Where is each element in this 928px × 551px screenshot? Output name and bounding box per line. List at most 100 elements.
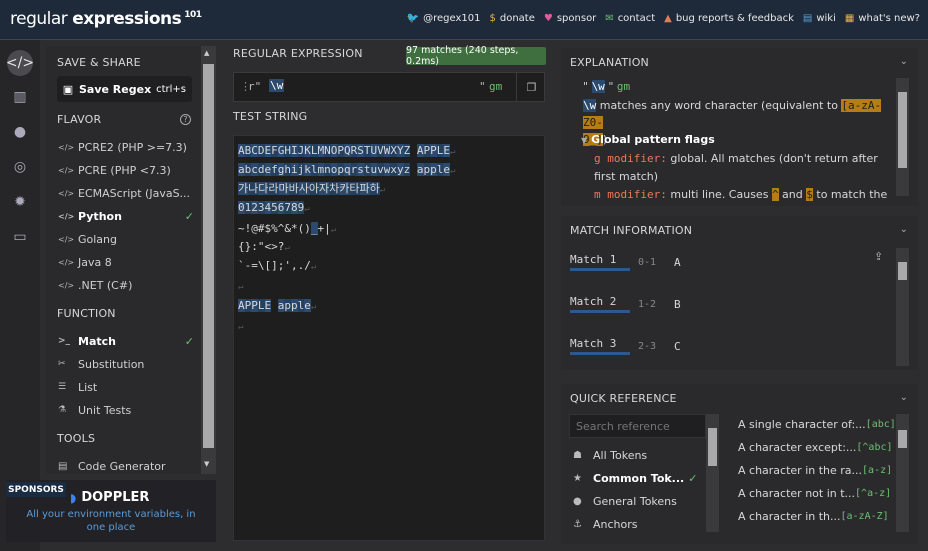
chevron-down-icon[interactable]: ⌄ bbox=[900, 56, 908, 67]
check-icon: ✓ bbox=[688, 471, 698, 485]
scrollbar-thumb[interactable] bbox=[203, 64, 214, 448]
newline-icon: ↵ bbox=[238, 282, 244, 292]
doppler-icon: ◗ bbox=[70, 490, 77, 505]
flag-descriptions: g modifier: global. All matches (don't r… bbox=[594, 150, 894, 204]
reference-category-1[interactable]: ★ Common Tok... ✓ bbox=[573, 468, 703, 488]
top-link-wiki[interactable]: ▤ wiki bbox=[803, 13, 836, 24]
match-row[interactable]: Match 1 0-1 A bbox=[570, 248, 890, 276]
test-string-line: abcdefghijklmnopqrstuvwxyz apple↵ bbox=[238, 163, 456, 176]
match-row[interactable]: Match 3 2-3 C bbox=[570, 332, 890, 360]
sidebar-function-match[interactable]: >_ Match ✓ bbox=[58, 331, 198, 351]
top-link-contact[interactable]: ✉ contact bbox=[605, 13, 655, 24]
code-icon: </> bbox=[58, 257, 75, 267]
reference-desc: A single character of:... bbox=[738, 417, 866, 431]
top-bar: regular expressions 101 🐦 @regex101 $ donate… bbox=[0, 0, 928, 40]
newline-icon: ↵ bbox=[330, 225, 337, 235]
sidebar-flavor-1[interactable]: </> PCRE (PHP <7.3) bbox=[58, 160, 198, 180]
explanation-scrollbar[interactable] bbox=[896, 78, 909, 196]
reference-token: [abc] bbox=[865, 418, 896, 430]
sidebar-function-list[interactable]: ☰ List bbox=[58, 377, 198, 397]
sidebar-item-label: ECMAScript (JavaS... bbox=[78, 186, 191, 200]
category-label: Common Tok... bbox=[593, 471, 685, 485]
save-regex-button[interactable]: ▣ Save Regex ctrl+s bbox=[57, 76, 192, 102]
match-row[interactable]: Match 2 1-2 B bbox=[570, 290, 890, 318]
scrollbar-thumb[interactable] bbox=[898, 92, 907, 168]
sidebar-flavor-6[interactable]: </> .NET (C#) bbox=[58, 275, 198, 295]
reference-token: [^abc] bbox=[856, 441, 893, 453]
reference-category-0[interactable]: ☗ All Tokens bbox=[573, 445, 703, 465]
regex-input[interactable]: ⋮ r" \w " gm ❐ bbox=[233, 72, 545, 102]
top-link-donate[interactable]: $ donate bbox=[489, 13, 534, 24]
sidebar-flavor-4[interactable]: </> Golang bbox=[58, 229, 198, 249]
regex-heading: REGULAR EXPRESSION bbox=[233, 47, 363, 60]
reference-item[interactable]: A character in the ra... [a-z] bbox=[738, 460, 892, 480]
help-icon[interactable]: ? bbox=[180, 114, 191, 125]
code-icon: </> bbox=[58, 211, 75, 221]
code-icon: </> bbox=[58, 234, 75, 244]
scroll-down-icon[interactable]: ▼ bbox=[204, 460, 209, 468]
sidebar-item-label: Match bbox=[78, 334, 116, 348]
copy-icon[interactable]: ❐ bbox=[516, 73, 546, 101]
sidebar-scrollbar[interactable]: ▲ ▼ bbox=[201, 46, 216, 474]
flags-head-text: Global pattern flags bbox=[591, 133, 715, 146]
m-modifier: m modifier: bbox=[594, 188, 667, 201]
regex-delimiter-prefix: r" bbox=[248, 80, 262, 93]
sidebar-item-code-generator[interactable]: ▤ Code Generator bbox=[58, 456, 198, 476]
g-desc: first match) bbox=[594, 170, 659, 183]
layers-icon: ☗ bbox=[573, 449, 582, 461]
scroll-up-icon[interactable]: ▲ bbox=[204, 49, 209, 57]
match-value: C bbox=[674, 339, 681, 353]
library-icon[interactable]: ▥ bbox=[7, 84, 33, 110]
sidebar-item-label: Python bbox=[78, 209, 122, 223]
scrollbar-thumb[interactable] bbox=[898, 262, 907, 280]
reference-scrollbar[interactable] bbox=[896, 414, 909, 532]
star-icon: ★ bbox=[573, 472, 582, 484]
user-icon[interactable]: ● bbox=[7, 119, 33, 145]
chevron-down-icon[interactable]: ⌄ bbox=[900, 224, 908, 235]
newline-icon: ↵ bbox=[284, 243, 290, 253]
function-heading: FUNCTION bbox=[57, 307, 116, 320]
code-icon: </> bbox=[58, 188, 75, 198]
sidebar-item-label: Java 8 bbox=[78, 255, 112, 269]
logo-text: regular bbox=[10, 9, 68, 29]
reference-item[interactable]: A character except:... [^abc] bbox=[738, 437, 893, 457]
sidebar-flavor-2[interactable]: </> ECMAScript (JavaS... bbox=[58, 183, 198, 203]
caret-down-icon[interactable]: ▼ bbox=[581, 136, 587, 145]
sidebar-function-substitution[interactable]: ✂ Substitution bbox=[58, 354, 198, 374]
sidebar-flavor-5[interactable]: </> Java 8 bbox=[58, 252, 198, 272]
gear-icon[interactable]: ✹ bbox=[7, 189, 33, 215]
top-link-regex101[interactable]: 🐦 @regex101 bbox=[407, 13, 481, 24]
reference-search-input[interactable] bbox=[569, 414, 706, 438]
explanation-token: \w bbox=[591, 80, 605, 93]
test-string-editor[interactable]: ABCDEFGHIJKLMNOPQRSTUVWXYZ APPLE↵ abcdefg… bbox=[233, 135, 545, 541]
match-info-scrollbar[interactable] bbox=[896, 248, 909, 366]
top-link-sponsor[interactable]: ♥ sponsor bbox=[544, 13, 596, 24]
test-string-heading: TEST STRING bbox=[233, 110, 308, 123]
floppy-icon: ▣ bbox=[62, 82, 74, 96]
category-label: All Tokens bbox=[593, 448, 648, 462]
code-icon[interactable]: </> bbox=[6, 50, 34, 76]
scrollbar-thumb[interactable] bbox=[898, 430, 907, 448]
reference-category-3[interactable]: ⚓ Anchors bbox=[573, 514, 703, 534]
reference-item[interactable]: A single character of:... [abc] bbox=[738, 414, 896, 434]
logo[interactable]: regular expressions 101 bbox=[10, 9, 202, 29]
top-link-what-s-new[interactable]: ▦ what's new? bbox=[845, 13, 920, 24]
mail-icon: ✉ bbox=[605, 13, 614, 24]
top-link-bug-reports-feedback[interactable]: ▲ bug reports & feedback bbox=[664, 13, 794, 24]
match-range: 0-1 bbox=[638, 256, 657, 268]
gamepad-icon[interactable]: ◎ bbox=[7, 154, 33, 180]
sidebar-flavor-3[interactable]: </> Python ✓ bbox=[58, 206, 198, 226]
reference-category-2[interactable]: ● General Tokens bbox=[573, 491, 703, 511]
sidebar-flavor-0[interactable]: </> PCRE2 (PHP >=7.3) bbox=[58, 137, 198, 157]
reference-item[interactable]: A character in th... [a-zA-Z] bbox=[738, 506, 889, 526]
chevron-down-icon[interactable]: ⌄ bbox=[900, 392, 908, 403]
reference-item[interactable]: A character not in t... [^a-z] bbox=[738, 483, 891, 503]
sidebar-function-unit-tests[interactable]: ⚗ Unit Tests bbox=[58, 400, 198, 420]
regex-flags[interactable]: gm bbox=[489, 80, 502, 93]
chat-icon[interactable]: ▭ bbox=[7, 224, 33, 250]
explanation-regex-line: " \w " gm bbox=[583, 80, 630, 93]
regex-pattern[interactable]: \w bbox=[269, 79, 285, 92]
scrollbar-thumb[interactable] bbox=[708, 428, 717, 466]
categories-scrollbar[interactable] bbox=[706, 414, 719, 532]
test-string-line: {}:"<>?↵ bbox=[238, 240, 290, 253]
